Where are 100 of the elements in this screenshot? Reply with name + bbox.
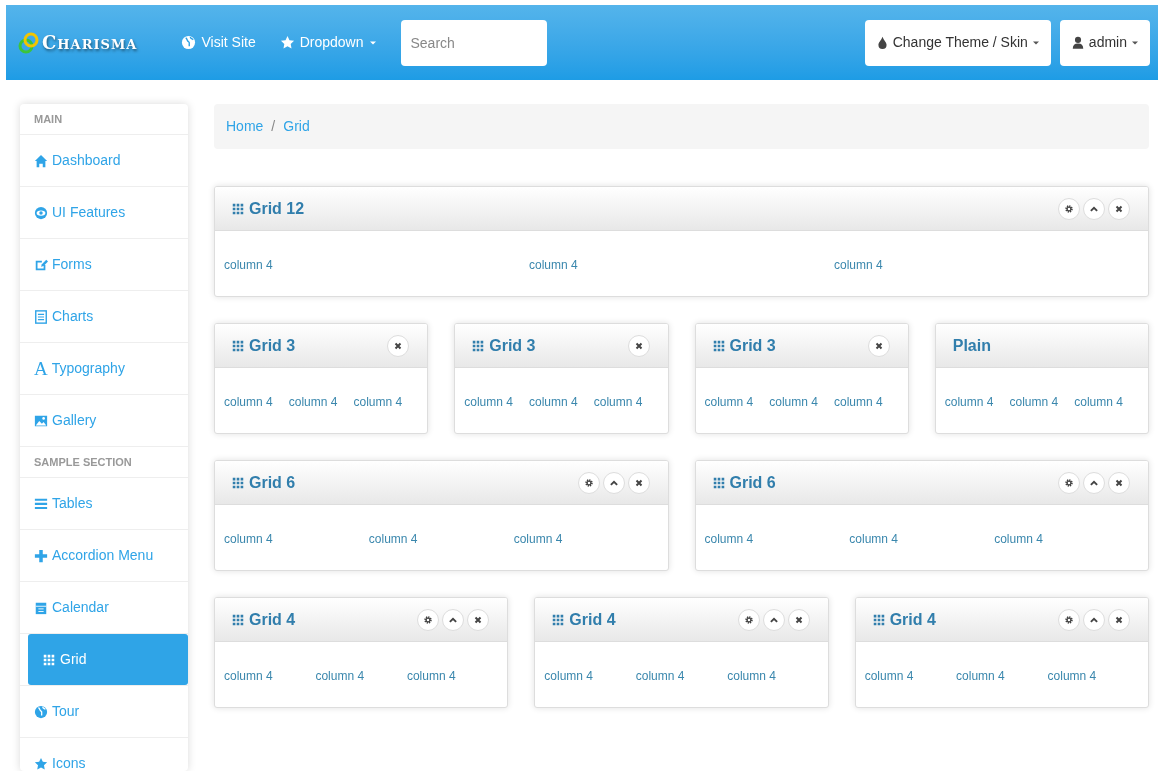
sidebar-item[interactable]: Calendar — [20, 582, 188, 633]
column-text: column 4 — [224, 257, 273, 272]
column-text: column 4 — [353, 394, 403, 409]
sidebar-item[interactable]: Dashboard — [20, 135, 188, 186]
user-icon — [1070, 35, 1085, 50]
calendar-icon — [34, 600, 48, 615]
sidebar-item[interactable]: Charts — [20, 291, 188, 342]
nav-link[interactable]: Visit Site — [181, 32, 256, 53]
box-title: Grid 6 — [249, 472, 296, 493]
plus-icon — [34, 548, 48, 563]
close-icon — [473, 614, 484, 625]
collapse-button[interactable] — [762, 608, 785, 631]
globe-icon — [181, 35, 197, 50]
close-icon — [1114, 203, 1124, 214]
column-text: column 4 — [288, 394, 338, 409]
close-button[interactable] — [1108, 608, 1130, 631]
close-icon — [793, 614, 804, 625]
settings-icon — [1064, 477, 1074, 488]
column-text: column 4 — [513, 531, 563, 546]
document-icon — [34, 309, 48, 324]
column-text: column 4 — [368, 531, 418, 546]
column-text: column 4 — [849, 531, 899, 546]
settings-button[interactable] — [1058, 197, 1080, 220]
settings-button[interactable] — [1058, 608, 1080, 631]
sidebar-item[interactable]: Tour — [20, 686, 188, 737]
column-text: column 4 — [593, 394, 643, 409]
settings-icon — [743, 614, 754, 625]
breadcrumb-link[interactable]: Home — [226, 116, 264, 137]
column-text: column 4 — [704, 394, 754, 409]
column-text: column 4 — [635, 668, 685, 683]
box-title: Grid 3 — [249, 335, 296, 356]
column-text: column 4 — [544, 668, 594, 683]
star-icon — [279, 35, 295, 50]
close-button[interactable] — [1108, 197, 1130, 220]
column-text: column 4 — [529, 257, 578, 272]
close-button[interactable] — [787, 608, 810, 631]
column-text: column 4 — [464, 394, 513, 409]
column-text: column 4 — [769, 394, 818, 409]
list-icon — [34, 496, 48, 511]
column-text: column 4 — [994, 531, 1043, 546]
close-button[interactable] — [467, 608, 490, 631]
settings-button[interactable] — [737, 608, 760, 631]
settings-button[interactable] — [1058, 471, 1080, 494]
close-button[interactable] — [867, 334, 890, 357]
box-title: Plain — [951, 335, 991, 356]
collapse-button[interactable] — [602, 471, 625, 494]
collapse-button[interactable] — [1083, 471, 1105, 494]
close-button[interactable] — [627, 471, 650, 494]
star-icon — [34, 756, 48, 771]
sidebar-item[interactable]: A Typography — [20, 343, 188, 394]
close-icon — [633, 340, 644, 351]
sidebar-item[interactable]: Forms — [20, 239, 188, 290]
settings-button[interactable] — [417, 608, 440, 631]
sidebar-item[interactable]: Icons — [20, 738, 188, 771]
theme-button[interactable]: Change Theme / Skin — [864, 19, 1051, 66]
picture-icon — [34, 413, 48, 428]
column-text: column 4 — [727, 668, 776, 683]
section-heading: SAMPLE SECTION — [20, 447, 188, 478]
user-menu-button[interactable]: admin — [1059, 19, 1150, 66]
column-text: column 4 — [834, 257, 883, 272]
column-text: column 4 — [834, 394, 883, 409]
settings-button[interactable] — [577, 471, 600, 494]
close-button[interactable] — [1108, 471, 1130, 494]
globe-icon — [34, 704, 48, 719]
column-text: column 4 — [315, 668, 365, 683]
box-title: Grid 4 — [889, 609, 936, 630]
letter-icon: A — [34, 359, 48, 378]
close-icon — [393, 340, 404, 351]
sidebar-item[interactable]: Tables — [20, 478, 188, 529]
box-title: Grid 6 — [729, 472, 776, 493]
settings-icon — [1064, 203, 1074, 214]
column-text: column 4 — [1047, 668, 1097, 683]
sidebar-item[interactable]: Grid — [28, 634, 188, 685]
box-title: Grid 12 — [249, 198, 305, 219]
settings-icon — [1064, 614, 1074, 625]
column-text: column 4 — [224, 531, 273, 546]
sidebar-item[interactable]: Gallery — [20, 395, 188, 446]
box-title: Grid 4 — [569, 609, 616, 630]
search-field[interactable]: Search — [400, 19, 547, 66]
column-text: column 4 — [1074, 394, 1123, 409]
collapse-button[interactable] — [442, 608, 465, 631]
column-text: column 4 — [704, 531, 754, 546]
sidebar-item[interactable]: Accordion Menu — [20, 530, 188, 581]
column-text: column 4 — [1009, 394, 1059, 409]
nav-link[interactable]: Dropdown — [279, 32, 377, 53]
box-title: Grid 3 — [729, 335, 776, 356]
close-button[interactable] — [627, 334, 650, 357]
close-icon — [633, 477, 644, 488]
column-text: column 4 — [224, 668, 273, 683]
sidebar-item[interactable]: UI Features — [20, 187, 188, 238]
collapse-button[interactable] — [1083, 197, 1105, 220]
collapse-button[interactable] — [1083, 608, 1105, 631]
home-icon — [34, 153, 48, 168]
column-text: column 4 — [406, 668, 456, 683]
close-icon — [1114, 614, 1124, 625]
breadcrumb-link[interactable]: Grid — [283, 116, 310, 137]
column-text: column 4 — [956, 668, 1005, 683]
brand-name[interactable]: Charisma — [42, 29, 138, 56]
close-button[interactable] — [387, 334, 410, 357]
section-heading: MAIN — [20, 104, 188, 135]
